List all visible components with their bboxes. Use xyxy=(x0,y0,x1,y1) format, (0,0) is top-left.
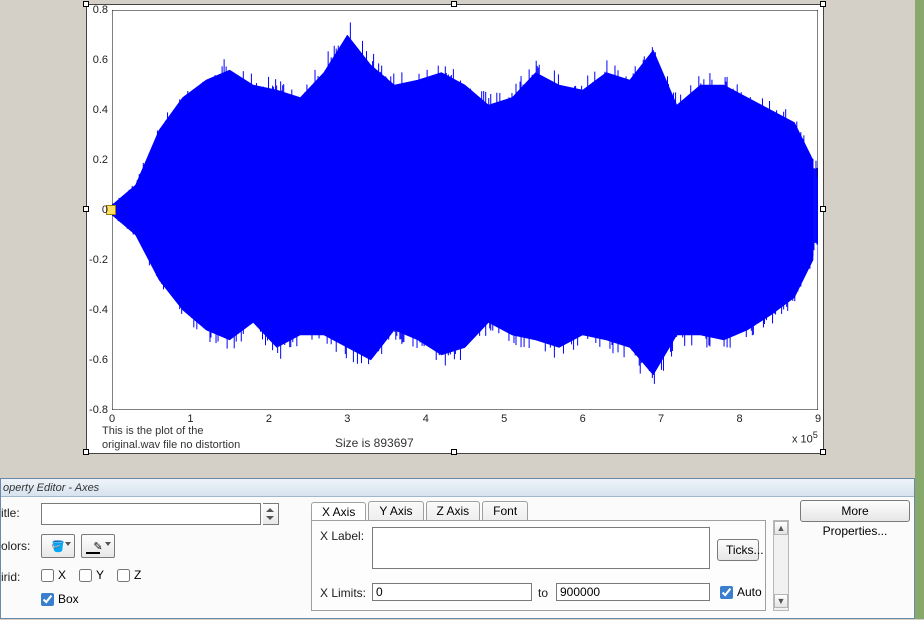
x-tick-label: 4 xyxy=(416,413,436,425)
grid-x-checkbox[interactable]: X xyxy=(41,568,66,582)
property-editor-body: itle: olors: 🪣 ✎ irid: X Y Z Box X Axis … xyxy=(1,497,914,620)
foreground-color-button[interactable]: ✎ xyxy=(81,534,115,558)
box-label: Box xyxy=(58,592,79,606)
tab-font[interactable]: Font xyxy=(482,501,528,521)
window-edge-strip xyxy=(915,0,924,619)
axis-tabstrip: X Axis Y Axis Z Axis Font xyxy=(311,499,530,521)
axes-handle-ne[interactable] xyxy=(820,1,826,7)
chevron-up-icon xyxy=(266,508,274,512)
x-tick-label: 8 xyxy=(730,413,750,425)
axes-handle-s[interactable] xyxy=(451,449,457,455)
scroll-down-arrow-icon[interactable]: ▼ xyxy=(774,594,788,608)
auto-label: Auto xyxy=(737,585,762,599)
title-label: itle: xyxy=(1,506,20,520)
property-editor-panel: operty Editor - Axes itle: olors: 🪣 ✎ ir… xyxy=(0,478,915,619)
axes-handle-e[interactable] xyxy=(820,206,826,212)
x-tick-label: 2 xyxy=(259,413,279,425)
x-exp-base: x 10 xyxy=(792,434,813,446)
colors-label: olors: xyxy=(1,539,30,553)
grid-label: irid: xyxy=(1,570,20,584)
ticks-button[interactable]: Ticks... xyxy=(717,539,759,561)
background-color-button[interactable]: 🪣 xyxy=(41,534,75,558)
title-dropdown-button[interactable] xyxy=(263,503,279,525)
xlabel-label: X Label: xyxy=(320,529,364,543)
xlim-to-label: to xyxy=(538,586,548,600)
x-axis-tab-page: X Label: Ticks... X Limits: to Auto xyxy=(311,520,766,611)
y-tick-label: -0.6 xyxy=(80,354,108,366)
xlim-auto-checkbox[interactable]: Auto xyxy=(720,585,762,599)
xlim-low-input[interactable] xyxy=(372,583,532,601)
x-tick-label: 3 xyxy=(337,413,357,425)
axes[interactable] xyxy=(112,10,818,410)
xlim-high-input[interactable] xyxy=(556,583,710,601)
x-tick-label: 6 xyxy=(573,413,593,425)
grid-z-checkbox[interactable]: Z xyxy=(117,568,141,582)
box-checkbox[interactable]: Box xyxy=(41,592,79,606)
dropdown-arrow-icon xyxy=(65,542,71,546)
x-tick-label: 5 xyxy=(494,413,514,425)
scroll-up-arrow-icon[interactable]: ▲ xyxy=(774,521,788,535)
x-tick-label: 7 xyxy=(651,413,671,425)
y-tick-label: 0 xyxy=(80,204,108,216)
y-tick-label: 0.4 xyxy=(80,104,108,116)
scroll-track[interactable] xyxy=(774,535,788,594)
annotation-line-2: original.wav file no distortion xyxy=(102,438,240,452)
y-tick-label: -0.2 xyxy=(80,254,108,266)
property-editor-titlebar[interactable]: operty Editor - Axes xyxy=(1,479,914,497)
x-exp-sup: 5 xyxy=(813,430,818,440)
annotation-description: This is the plot of the original.wav fil… xyxy=(102,424,240,452)
y-tick-label: 0.8 xyxy=(80,4,108,16)
axes-handle-sw[interactable] xyxy=(83,449,89,455)
tab-y-axis[interactable]: Y Axis xyxy=(368,501,423,521)
dropdown-arrow-icon xyxy=(105,542,111,546)
grid-y-label: Y xyxy=(96,568,104,582)
property-editor-title: operty Editor - Axes xyxy=(1,482,99,494)
y-tick-label: -0.4 xyxy=(80,304,108,316)
pencil-icon: ✎ xyxy=(93,540,102,553)
annotation-size: Size is 893697 xyxy=(335,436,414,450)
tab-x-axis[interactable]: X Axis xyxy=(311,502,366,522)
axes-title-input[interactable] xyxy=(41,503,261,525)
grid-y-checkbox[interactable]: Y xyxy=(79,568,104,582)
annotation-line-1: This is the plot of the xyxy=(102,424,240,438)
waveform-plot xyxy=(112,10,818,410)
y-tick-label: 0.6 xyxy=(80,54,108,66)
xlabel-input[interactable] xyxy=(372,527,710,569)
y-tick-label: 0.2 xyxy=(80,154,108,166)
figure-pane: -0.8-0.6-0.4-0.200.20.40.60.8 x 105 0123… xyxy=(0,0,924,478)
property-editor-scrollbar[interactable]: ▲ ▼ xyxy=(773,520,789,611)
color-underline xyxy=(86,552,100,554)
x-tick-label: 9 xyxy=(808,413,828,425)
x-axis-exponent: x 105 xyxy=(792,430,818,446)
axes-handle-n[interactable] xyxy=(451,1,457,7)
xlimits-label: X Limits: xyxy=(320,586,366,600)
paint-bucket-icon: 🪣 xyxy=(51,540,65,553)
grid-z-label: Z xyxy=(134,568,141,582)
chevron-down-icon xyxy=(266,516,274,520)
axes-handle-se[interactable] xyxy=(820,449,826,455)
more-properties-button[interactable]: More Properties... xyxy=(800,500,910,522)
grid-x-label: X xyxy=(58,568,66,582)
tab-z-axis[interactable]: Z Axis xyxy=(426,501,481,521)
